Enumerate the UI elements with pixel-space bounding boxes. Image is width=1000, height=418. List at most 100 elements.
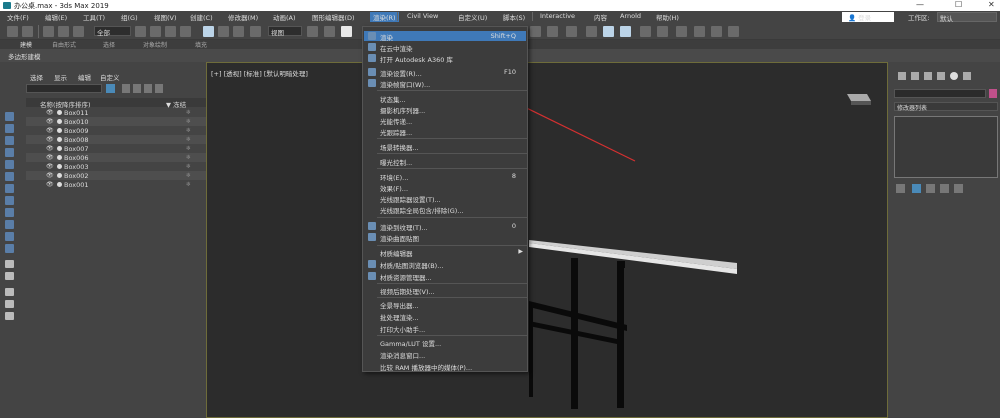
move-icon[interactable] [203, 26, 214, 37]
eye-icon[interactable]: 👁 [46, 145, 54, 152]
table-row[interactable]: 👁 Box007 ❄ [26, 144, 206, 153]
display-containers-icon[interactable] [5, 244, 14, 253]
explorer-tab-select[interactable]: 选择 [30, 72, 43, 82]
rotate-icon[interactable] [218, 26, 229, 37]
login-dropdown[interactable]: 👤 登录 [842, 12, 894, 22]
menu-content[interactable]: 内容 [594, 12, 607, 22]
menu-item-render-surface-map[interactable]: 渲染曲面贴图 [364, 232, 526, 243]
menu-item-render-in-cloud[interactable]: 在云中渲染 [364, 42, 526, 53]
link-icon[interactable] [43, 26, 54, 37]
modify-tab-icon[interactable] [911, 72, 919, 80]
show-end-result-icon[interactable] [912, 184, 921, 193]
display-xrefs-icon[interactable] [5, 220, 14, 229]
layer-icon[interactable] [5, 288, 14, 296]
scale-icon[interactable] [233, 26, 244, 37]
menu-edit[interactable]: 编辑(E) [45, 12, 67, 22]
object-color-swatch[interactable] [989, 89, 997, 98]
menu-help[interactable]: 帮助(H) [656, 12, 679, 22]
menu-arnold[interactable]: Arnold [620, 12, 641, 20]
freeze-icon[interactable]: ❄ [186, 163, 191, 170]
menu-item-radiosity[interactable]: 光能传递... [364, 115, 526, 126]
menu-item-state-sets[interactable]: 状态集... [364, 93, 526, 104]
unlink-icon[interactable] [58, 26, 69, 37]
explorer-search-input[interactable] [26, 84, 102, 93]
freeze-icon[interactable]: ❄ [186, 109, 191, 116]
menu-item-a360-gallery[interactable]: 打开 Autodesk A360 库 [364, 53, 526, 64]
menu-item-render-setup[interactable]: 渲染设置(R)... F10 [364, 67, 526, 78]
table-row[interactable]: 👁 Box011 ❄ [26, 108, 206, 117]
create-tab-icon[interactable] [898, 72, 906, 80]
display-helpers-icon[interactable] [5, 184, 14, 193]
minimize-button[interactable]: — [916, 0, 924, 9]
menu-civil-view[interactable]: Civil View [407, 12, 438, 20]
configure-modifier-sets-icon[interactable] [954, 184, 963, 193]
menu-item-batch-render[interactable]: 批处理渲染... [364, 311, 526, 322]
menu-item-raytracer-settings[interactable]: 光线跟踪器设置(T)... [364, 193, 526, 204]
menu-animation[interactable]: 动画(A) [273, 12, 296, 22]
place-icon[interactable] [250, 26, 261, 37]
highlight-icon[interactable] [155, 84, 163, 93]
lock-icon[interactable] [133, 84, 141, 93]
menu-create[interactable]: 创建(C) [190, 12, 213, 22]
table-row[interactable]: 👁 Box003 ❄ [26, 162, 206, 171]
redo-icon[interactable] [22, 26, 33, 37]
menu-item-video-post[interactable]: 视频后期处理(V)... [364, 285, 526, 296]
menu-item-light-tracer[interactable]: 光跟踪器... [364, 126, 526, 137]
select-object-icon[interactable] [135, 26, 146, 37]
freeze-icon[interactable]: ❄ [186, 127, 191, 134]
undo-icon[interactable] [7, 26, 18, 37]
make-unique-icon[interactable] [926, 184, 935, 193]
reference-coordinate-dropdown[interactable]: 视图 [268, 26, 302, 37]
freeze-icon[interactable]: ❄ [186, 154, 191, 161]
eye-icon[interactable]: 👁 [46, 109, 54, 116]
eye-icon[interactable]: 👁 [46, 181, 54, 188]
freeze-icon[interactable]: ❄ [186, 136, 191, 143]
mirror-icon[interactable] [566, 26, 577, 37]
render-setup-icon[interactable] [530, 26, 541, 37]
menu-item-ram-player[interactable]: 比较 RAM 播放器中的媒体(P)... [364, 361, 526, 372]
utilities-tab-icon[interactable] [963, 72, 971, 80]
remove-modifier-icon[interactable] [940, 184, 949, 193]
pivot-center-icon[interactable] [307, 26, 318, 37]
eye-icon[interactable]: 👁 [46, 136, 54, 143]
window-crossing-icon[interactable] [180, 26, 191, 37]
display-tab-icon[interactable] [950, 72, 958, 80]
display-lights-icon[interactable] [5, 160, 14, 169]
menu-interactive[interactable]: Interactive [540, 12, 575, 20]
toggle-scene-explorer-icon[interactable] [603, 26, 614, 37]
hierarchy-tab-icon[interactable] [924, 72, 932, 80]
motion-tab-icon[interactable] [937, 72, 945, 80]
ribbon-tab-object-paint[interactable]: 对象绘制 [143, 40, 167, 49]
menu-item-material-explorer[interactable]: 材质资源管理器... [364, 271, 526, 282]
menu-file[interactable]: 文件(F) [7, 12, 29, 22]
render-production-icon[interactable] [728, 26, 739, 37]
sync-selection-icon[interactable] [144, 84, 152, 93]
eye-icon[interactable]: 👁 [46, 127, 54, 134]
menu-tools[interactable]: 工具(T) [83, 12, 105, 22]
modifier-list-dropdown[interactable]: 修改器列表 [894, 102, 998, 112]
menu-item-raytrace-exclude[interactable]: 光线跟踪全局包含/排除(G)... [364, 204, 526, 215]
table-row[interactable]: 👁 Box009 ❄ [26, 126, 206, 135]
filter-icon[interactable] [5, 300, 14, 308]
toggle-layer-explorer-icon[interactable] [620, 26, 631, 37]
render-setup-toolbar-icon[interactable] [694, 26, 705, 37]
display-hidden-icon[interactable] [5, 272, 14, 280]
ribbon-tab-populate[interactable]: 填充 [195, 40, 207, 49]
object-name-input[interactable] [894, 89, 986, 98]
table-row[interactable]: 👁 Box006 ❄ [26, 153, 206, 162]
menu-item-frame-window[interactable]: 渲染帧窗口(W)... [364, 78, 526, 89]
pin-stack-icon[interactable] [896, 184, 905, 193]
display-spacewarps-icon[interactable] [5, 196, 14, 205]
display-cameras-icon[interactable] [5, 172, 14, 181]
polygon-modeling-label[interactable]: 多边形建模 [8, 51, 41, 61]
display-groups-icon[interactable] [5, 208, 14, 217]
menu-graph-editors[interactable]: 图形编辑器(D) [312, 12, 355, 22]
eye-icon[interactable]: 👁 [46, 172, 54, 179]
rect-selection-icon[interactable] [165, 26, 176, 37]
perspective-viewport[interactable]: [+] [透视] [标准] [默认明暗处理] [206, 62, 888, 418]
menu-item-render[interactable]: 渲染 Shift+Q [364, 31, 526, 42]
explorer-tab-customize[interactable]: 自定义 [100, 72, 120, 82]
select-by-name-icon[interactable] [150, 26, 161, 37]
align-icon[interactable] [586, 26, 597, 37]
maximize-button[interactable]: ☐ [955, 0, 962, 9]
